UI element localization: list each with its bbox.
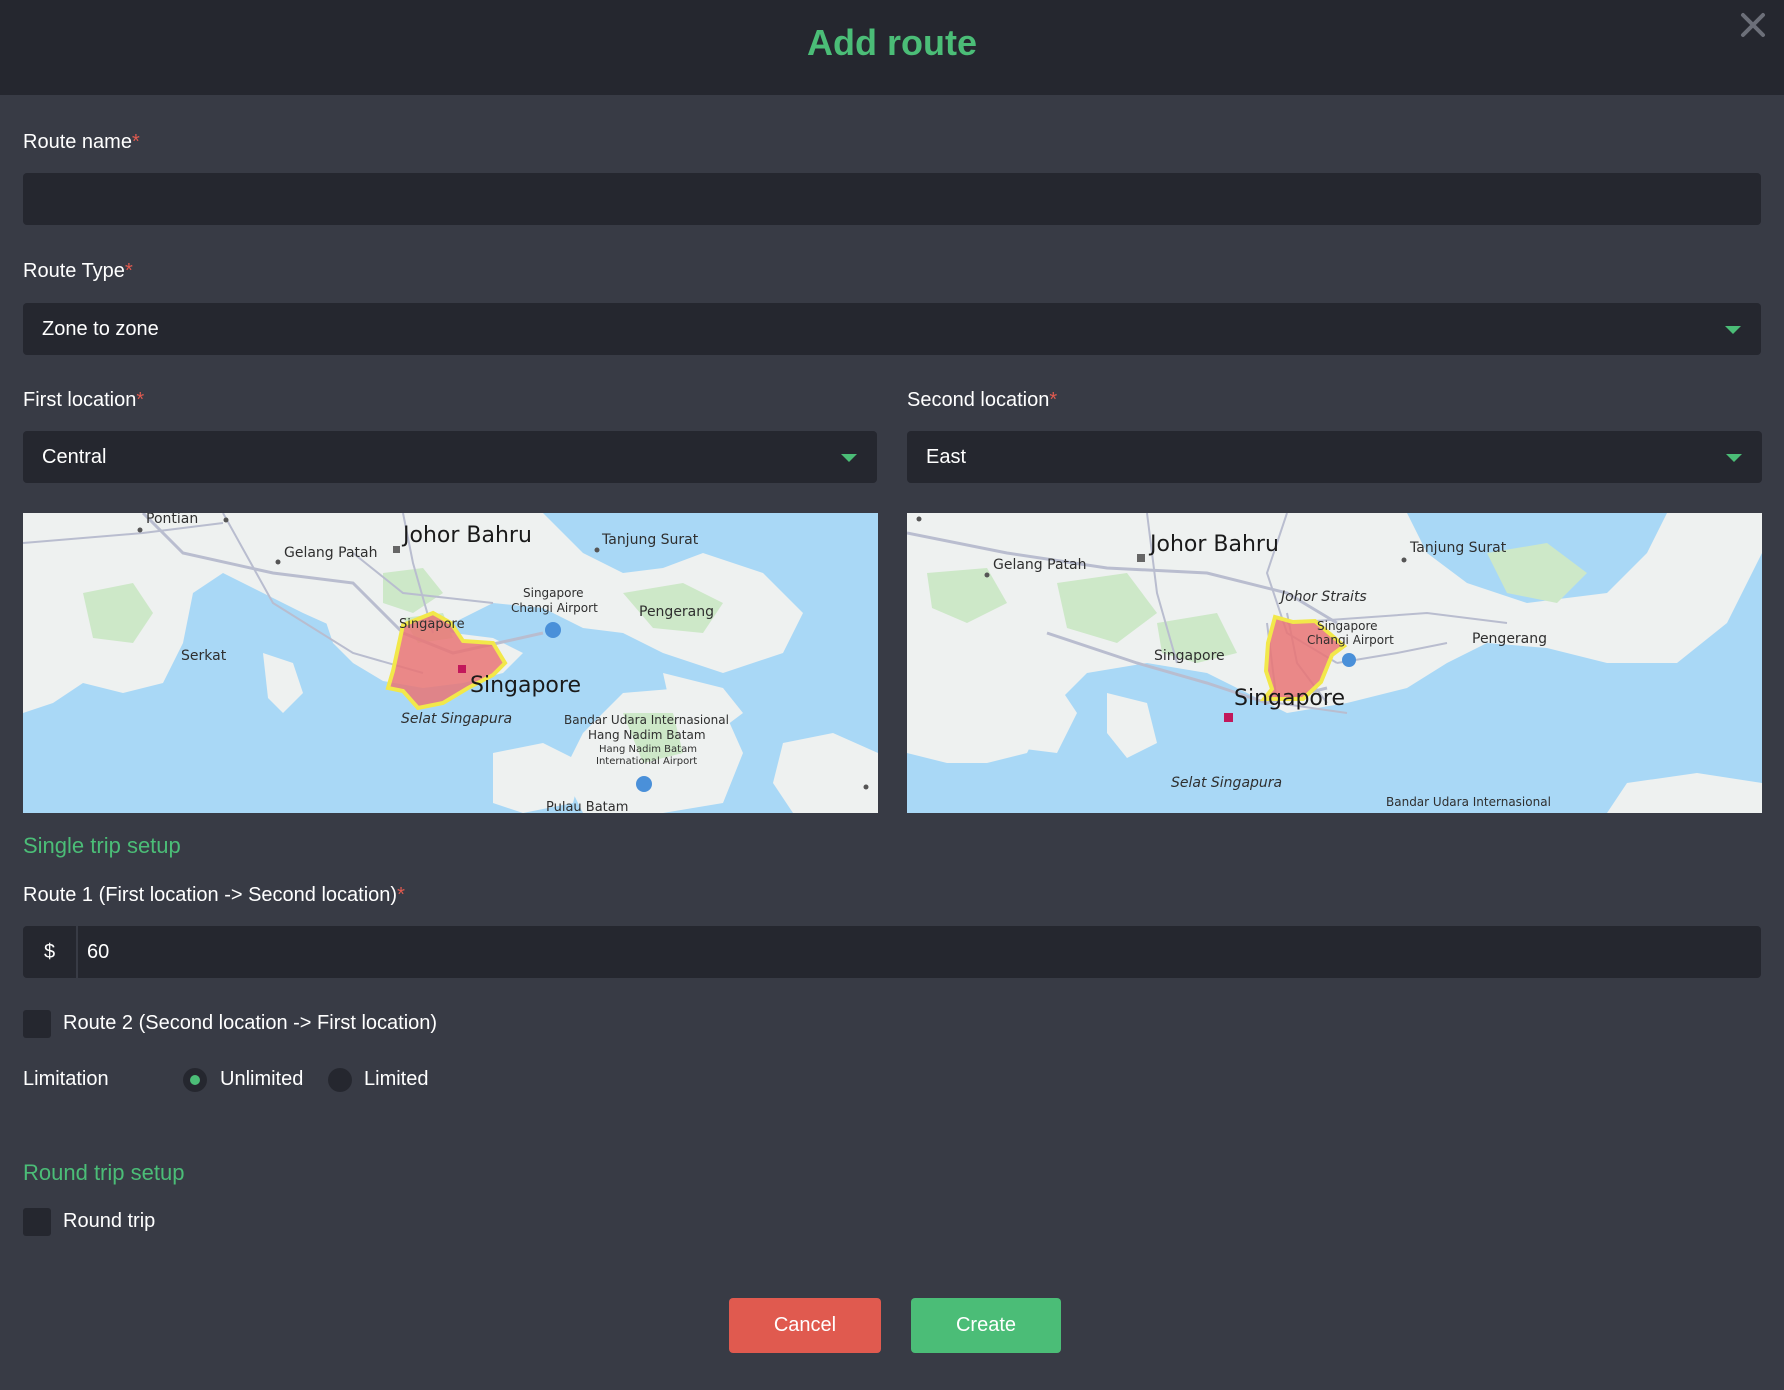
chevron-down-icon [1725, 326, 1741, 334]
route-type-value: Zone to zone [42, 318, 159, 340]
map-label-singapore: Singapore [1234, 686, 1345, 711]
route1-price-value: 60 [87, 941, 110, 963]
map-label-hang-nadim: Hang Nadim Batam [588, 728, 706, 742]
unlimited-label: Unlimited [220, 1068, 304, 1090]
map-label-bandar: Bandar Udara Internasional [564, 713, 729, 727]
first-location-map[interactable]: Pontian Johor Bahru Gelang Patah Tanjung… [23, 513, 878, 813]
map-label-singapore: Singapore [470, 673, 581, 698]
map-label-pengerang: Pengerang [1472, 631, 1547, 647]
route-name-label: Route name* [23, 131, 140, 153]
create-button[interactable]: Create [911, 1298, 1061, 1353]
dialog-header: Add route [0, 0, 1784, 95]
map-label-pulau-batam: Pulau Batam [546, 800, 628, 813]
map-label-johor-straits: Johor Straits [1278, 589, 1367, 605]
map-label-serkat: Serkat [181, 648, 227, 664]
map-label-tanjung-surat: Tanjung Surat [1409, 540, 1507, 556]
chevron-down-icon [841, 454, 857, 462]
map-label-bandar: Bandar Udara Internasional [1386, 795, 1551, 809]
second-location-select[interactable]: East [907, 431, 1762, 483]
route-type-select[interactable]: Zone to zone [23, 303, 1761, 355]
chevron-down-icon [1726, 454, 1742, 462]
route-name-input[interactable] [23, 173, 1761, 225]
map-label-selat: Selat Singapura [1171, 775, 1282, 791]
map-label-johor-bahru: Johor Bahru [1148, 532, 1279, 557]
route1-price-input[interactable]: $ 60 [23, 926, 1761, 978]
first-location-value: Central [42, 446, 107, 468]
route2-label: Route 2 (Second location -> First locati… [63, 1012, 438, 1034]
map-label-hang-nadim-small: Hang Nadim Batam [599, 744, 697, 755]
map-label-gelang-patah: Gelang Patah [284, 545, 377, 561]
round-trip-heading: Round trip setup [23, 1160, 185, 1185]
single-trip-heading: Single trip setup [23, 833, 181, 858]
map-label-changi-airport: Changi Airport [1307, 633, 1394, 647]
map-label-singa: Singapore [399, 617, 465, 632]
route1-label: Route 1 (First location -> Second locati… [23, 884, 405, 906]
limited-radio[interactable] [328, 1068, 352, 1092]
unlimited-radio[interactable] [183, 1068, 207, 1092]
dialog-title: Add route [807, 22, 977, 63]
second-location-label: Second location* [907, 389, 1058, 411]
limitation-label: Limitation [23, 1068, 109, 1090]
map-label-johor-bahru: Johor Bahru [401, 523, 532, 548]
currency-prefix: $ [23, 926, 78, 978]
map-label-changi-airport: Changi Airport [511, 601, 598, 615]
route2-checkbox[interactable] [23, 1010, 51, 1038]
map-label-pengerang: Pengerang [639, 604, 714, 620]
second-location-value: East [926, 446, 967, 468]
map-label-singapore-airport: Singapore [1317, 619, 1378, 633]
round-trip-label: Round trip [63, 1210, 156, 1232]
first-location-select[interactable]: Central [23, 431, 877, 483]
map-label-singapore-airport: Singapore [523, 586, 584, 600]
limited-label: Limited [364, 1068, 429, 1090]
map-label-tanjung-surat: Tanjung Surat [601, 532, 699, 548]
close-icon[interactable] [1736, 8, 1770, 42]
first-location-label: First location* [23, 389, 145, 411]
map-label-singapore-small: Singapore [1154, 648, 1225, 664]
route-type-label: Route Type* [23, 260, 133, 282]
map-label-intl-airport: International Airport [596, 756, 697, 767]
map-label-pontian: Pontian [146, 513, 198, 527]
round-trip-checkbox[interactable] [23, 1208, 51, 1236]
cancel-button[interactable]: Cancel [729, 1298, 881, 1353]
second-location-map[interactable]: Johor Bahru Gelang Patah Tanjung Surat J… [907, 513, 1762, 813]
map-label-selat: Selat Singapura [401, 711, 512, 727]
map-label-gelang-patah: Gelang Patah [993, 557, 1086, 573]
